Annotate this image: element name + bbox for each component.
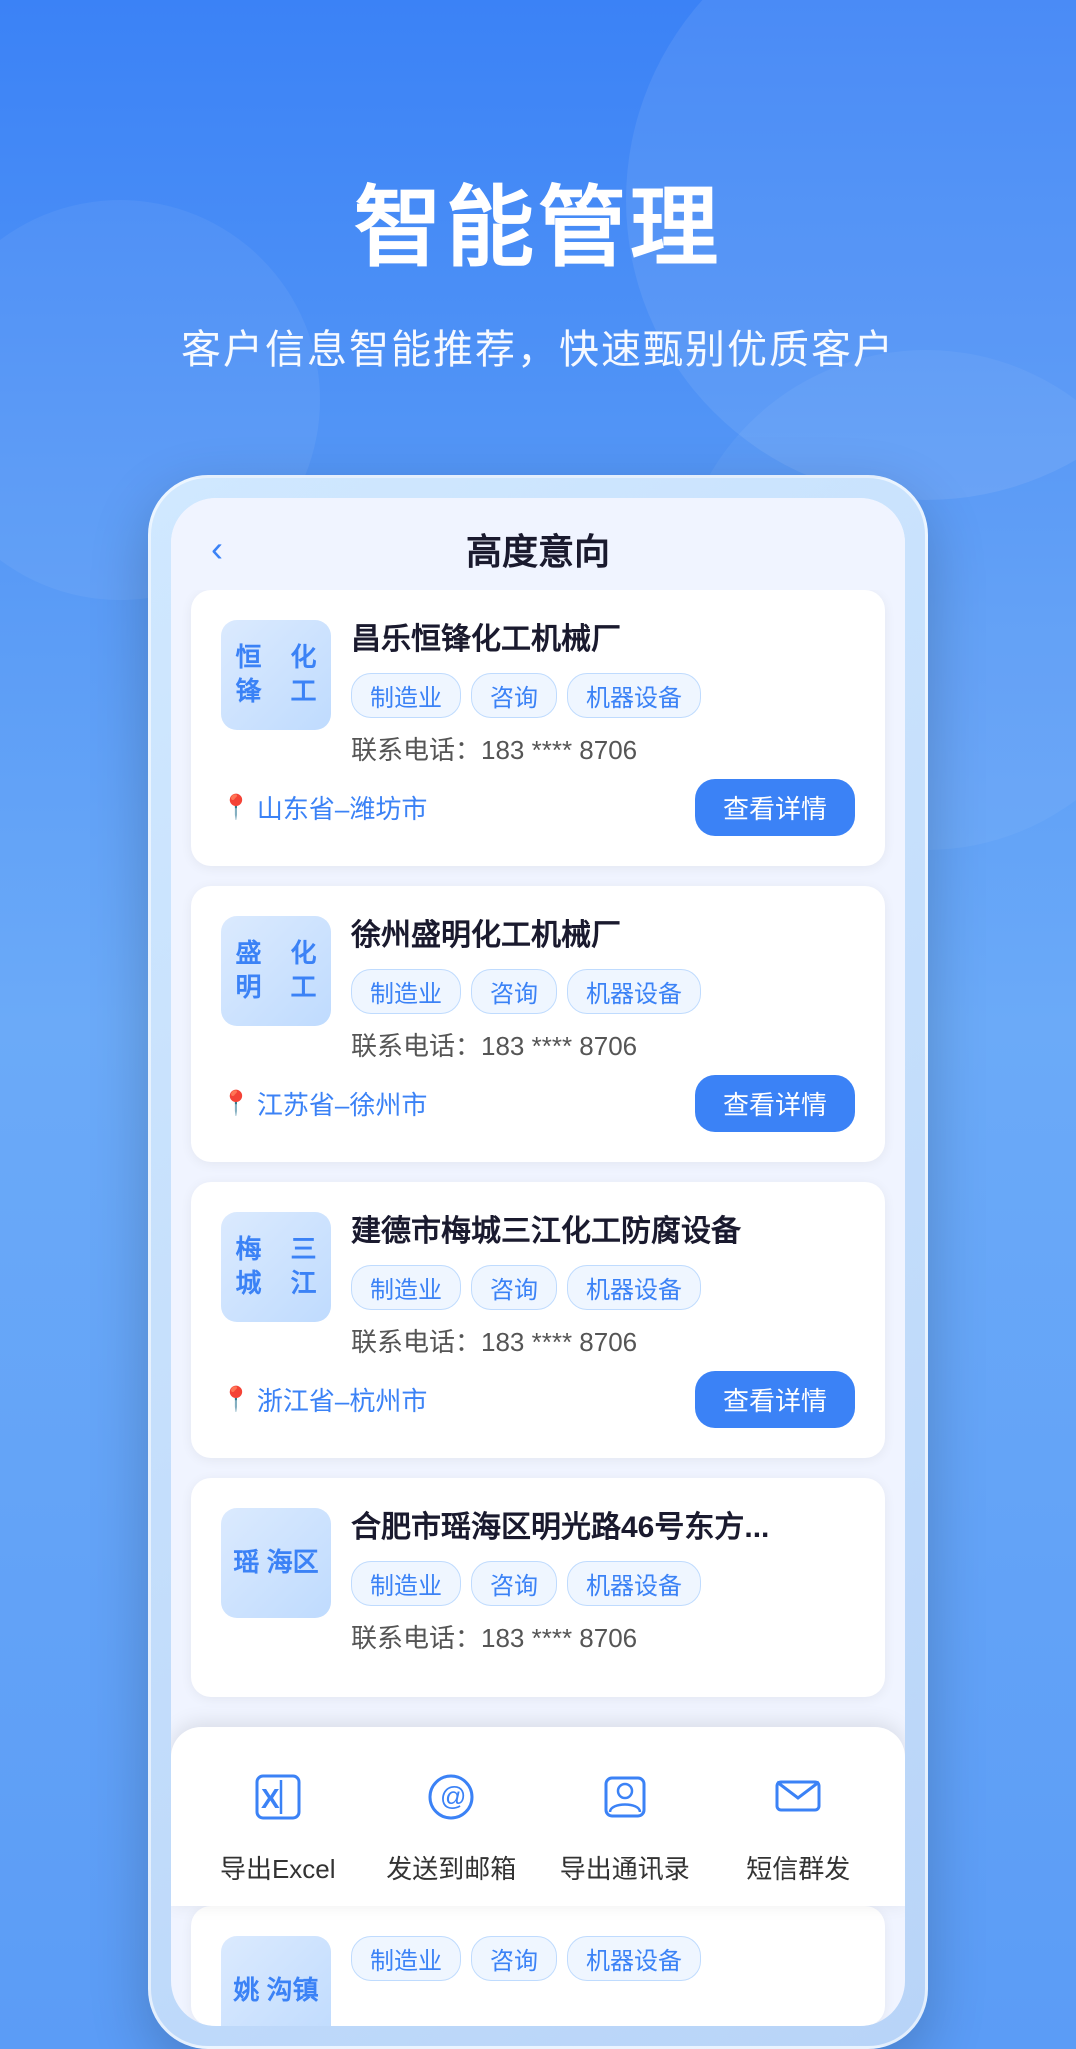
partial-tags: 制造业 咨询 机器设备 [351,1936,855,1981]
location-icon-2: 📍 [221,1089,251,1118]
location-icon-1: 📍 [221,793,251,822]
card-info-1: 昌乐恒锋化工机械厂 制造业 咨询 机器设备 联系电话：183 **** 8706 [351,620,855,767]
action-email[interactable]: @ 发送到邮箱 [365,1757,539,1886]
tag-manufacturing-1: 制造业 [351,673,461,718]
partial-avatar: 姚 沟 镇 [221,1936,331,2026]
location-1: 📍 山东省–潍坊市 [221,789,427,826]
contacts-icon [585,1757,665,1837]
tag-consulting-4: 咨询 [471,1561,557,1606]
card-info-2: 徐州盛明化工机械厂 制造业 咨询 机器设备 联系电话：183 **** 8706 [351,916,855,1063]
partial-tag-1: 制造业 [351,1936,461,1981]
partial-card-info: 制造业 咨询 机器设备 [351,1936,855,1993]
tags-1: 制造业 咨询 机器设备 [351,673,855,718]
tag-manufacturing-2: 制造业 [351,969,461,1014]
action-excel[interactable]: X 导出Excel [191,1757,365,1886]
customer-card-2: 盛 明 化 工 徐州盛明化工机械厂 制造业 咨询 机器设备 联系电话 [191,886,885,1162]
action-contacts[interactable]: 导出通讯录 [538,1757,712,1886]
phone-number-3: 联系电话：183 **** 8706 [351,1322,855,1359]
sms-icon [758,1757,838,1837]
customer-card-3: 梅 城 三 江 建德市梅城三江化工防腐设备 制造业 咨询 机器设备 [191,1182,885,1458]
partial-tag-3: 机器设备 [567,1936,701,1981]
svg-text:X: X [261,1783,280,1814]
sub-title: 客户信息智能推荐，快速甄别优质客户 [0,317,1076,375]
detail-button-3[interactable]: 查看详情 [695,1371,855,1428]
bottom-actions: X 导出Excel @ [191,1757,885,1886]
customer-card-4: 瑶 海 区 合肥市瑶海区明光路46号东方... 制造业 咨询 机器设备 [191,1478,885,1697]
tags-2: 制造业 咨询 机器设备 [351,969,855,1014]
tag-consulting-1: 咨询 [471,673,557,718]
detail-button-2[interactable]: 查看详情 [695,1075,855,1132]
tag-manufacturing-4: 制造业 [351,1561,461,1606]
card-bottom-3: 📍 浙江省–杭州市 查看详情 [221,1371,855,1428]
contacts-label: 导出通讯录 [560,1849,690,1886]
avatar-3: 梅 城 三 江 [221,1212,331,1322]
tags-4: 制造业 咨询 机器设备 [351,1561,855,1606]
partial-tag-2: 咨询 [471,1936,557,1981]
email-icon: @ [411,1757,491,1837]
excel-label: 导出Excel [220,1849,336,1886]
card-info-4: 合肥市瑶海区明光路46号东方... 制造业 咨询 机器设备 联系电话：183 *… [351,1508,855,1655]
tag-consulting-3: 咨询 [471,1265,557,1310]
detail-button-1[interactable]: 查看详情 [695,779,855,836]
location-icon-3: 📍 [221,1385,251,1414]
tag-manufacturing-3: 制造业 [351,1265,461,1310]
sms-label: 短信群发 [746,1849,850,1886]
action-sms[interactable]: 短信群发 [712,1757,886,1886]
avatar-4: 瑶 海 区 [221,1508,331,1618]
customer-cards-container: 恒 锋 化 工 昌乐恒锋化工机械厂 制造业 咨询 机器设备 联系电话 [171,590,905,1737]
phone-number-1: 联系电话：183 **** 8706 [351,730,855,767]
card-bottom-1: 📍 山东省–潍坊市 查看详情 [221,779,855,836]
location-3: 📍 浙江省–杭州市 [221,1381,427,1418]
phone-bottom-bar: X 导出Excel @ [171,1727,905,1906]
phone-screen: ‹ 高度意向 恒 锋 化 工 昌乐恒锋化工机械厂 [171,498,905,2026]
svg-text:@: @ [440,1781,466,1811]
tag-equipment-2: 机器设备 [567,969,701,1014]
main-title: 智能管理 [0,180,1076,277]
tag-equipment-4: 机器设备 [567,1561,701,1606]
phone-header: ‹ 高度意向 [171,498,905,590]
excel-icon: X [238,1757,318,1837]
email-label: 发送到邮箱 [386,1849,516,1886]
company-name-4: 合肥市瑶海区明光路46号东方... [351,1508,855,1547]
company-name-3: 建德市梅城三江化工防腐设备 [351,1212,855,1251]
phone-mockup: ‹ 高度意向 恒 锋 化 工 昌乐恒锋化工机械厂 [148,475,928,2049]
avatar-2: 盛 明 化 工 [221,916,331,1026]
avatar-1: 恒 锋 化 工 [221,620,331,730]
header-section: 智能管理 客户信息智能推荐，快速甄别优质客户 [0,0,1076,435]
phone-mockup-container: ‹ 高度意向 恒 锋 化 工 昌乐恒锋化工机械厂 [0,475,1076,2049]
phone-screen-title: 高度意向 [466,523,610,575]
company-name-2: 徐州盛明化工机械厂 [351,916,855,955]
back-button[interactable]: ‹ [211,528,223,570]
customer-card-1: 恒 锋 化 工 昌乐恒锋化工机械厂 制造业 咨询 机器设备 联系电话 [191,590,885,866]
company-name-1: 昌乐恒锋化工机械厂 [351,620,855,659]
tag-equipment-3: 机器设备 [567,1265,701,1310]
tag-equipment-1: 机器设备 [567,673,701,718]
tag-consulting-2: 咨询 [471,969,557,1014]
phone-number-2: 联系电话：183 **** 8706 [351,1026,855,1063]
partial-customer-card: 姚 沟 镇 制造业 咨询 机器设备 [191,1906,885,2026]
card-info-3: 建德市梅城三江化工防腐设备 制造业 咨询 机器设备 联系电话：183 **** … [351,1212,855,1359]
tags-3: 制造业 咨询 机器设备 [351,1265,855,1310]
phone-number-4: 联系电话：183 **** 8706 [351,1618,855,1655]
background: 智能管理 客户信息智能推荐，快速甄别优质客户 ‹ 高度意向 恒 锋 [0,0,1076,2049]
location-2: 📍 江苏省–徐州市 [221,1085,427,1122]
card-bottom-2: 📍 江苏省–徐州市 查看详情 [221,1075,855,1132]
